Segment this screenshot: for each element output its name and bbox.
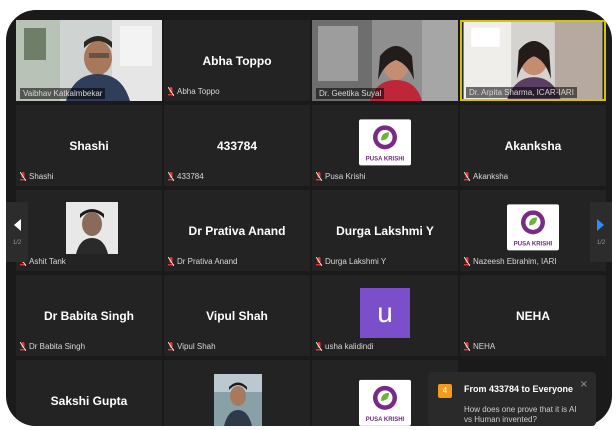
participant-center-name: NEHA xyxy=(515,308,550,323)
previous-page-button[interactable]: 1/2 xyxy=(6,202,28,262)
participant-name-label: Akanksha xyxy=(464,171,508,182)
meeting-gallery: Vaibhav Katkalmbekar Abha Toppo Abha Top… xyxy=(6,10,612,426)
participant-name-label: Abha Toppo xyxy=(168,86,220,97)
participant-name: Akanksha xyxy=(473,172,509,181)
participant-photo xyxy=(66,202,118,254)
participant-name-label: Dr Babita Singh xyxy=(20,341,85,352)
participant-name: Dr Babita Singh xyxy=(29,342,86,351)
participant-name-label: Nazeesh Ebrahim, IARI xyxy=(464,256,557,267)
mic-muted-icon xyxy=(316,257,322,266)
participant-name: Ashit Tank xyxy=(29,257,66,266)
pusa-krishi-logo: PUSA KRISHI xyxy=(359,379,411,426)
participant-center-name: Shashi xyxy=(69,138,109,153)
participant-name: Dr. Arpita Sharma, ICAR-IARI xyxy=(469,88,574,97)
participant-center-name: Durga Lakshmi Y xyxy=(336,223,434,238)
logo-text: PUSA KRISHI xyxy=(365,416,405,423)
participant-tile-dl[interactable]: Durga Lakshmi Y Durga Lakshmi Y xyxy=(312,190,458,271)
participant-name-label: Vipul Shah xyxy=(168,341,216,352)
chat-sender: From 433784 to Everyone xyxy=(464,384,574,394)
participant-center-name: Dr Prativa Anand xyxy=(188,223,286,238)
mic-muted-icon xyxy=(168,87,174,96)
participant-name-label: Dr. Arpita Sharma, ICAR-IARI xyxy=(466,87,577,98)
mic-muted-icon xyxy=(316,172,322,181)
participant-center-name: 433784 xyxy=(216,138,258,153)
participant-tile-gs[interactable]: Dr. Geetika Suyal xyxy=(312,20,458,101)
participant-center-name: Akanksha xyxy=(504,138,562,153)
participant-center-name: Abha Toppo xyxy=(202,53,272,68)
participant-center-name: Vipul Shah xyxy=(206,308,268,323)
participant-tile-vp[interactable]: Vipul Shah Vipul Shah xyxy=(164,275,310,356)
participant-name-label: usha kalidindi xyxy=(316,341,373,352)
participant-center-name: Dr Babita Singh xyxy=(43,308,134,323)
mic-muted-icon xyxy=(168,257,174,266)
mic-muted-icon xyxy=(464,257,470,266)
participant-tile-bs[interactable]: Dr Babita Singh Dr Babita Singh xyxy=(16,275,162,356)
participant-name-label: Dr. Geetika Suyal xyxy=(316,88,385,99)
participant-name: Pusa Krishi xyxy=(325,172,366,181)
participant-name-label: Shashi xyxy=(20,171,53,182)
participant-name: 433784 xyxy=(177,172,204,181)
chat-count-badge: 4 xyxy=(438,384,452,398)
chat-notification[interactable]: 4 From 433784 to Everyone How does one p… xyxy=(428,372,596,426)
close-icon[interactable]: × xyxy=(580,380,588,390)
participant-name-label: Dr Prativa Anand xyxy=(168,256,237,267)
mic-muted-icon xyxy=(464,172,470,181)
participant-tile-nh[interactable]: NEHA NEHA xyxy=(460,275,606,356)
participant-name-label: 433784 xyxy=(168,171,204,182)
mic-muted-icon xyxy=(168,342,174,351)
participant-name-label: Pusa Krishi xyxy=(316,171,365,182)
participant-name: Dr. Geetika Suyal xyxy=(319,89,382,98)
participant-name: Vaibhav Katkalmbekar xyxy=(23,89,103,98)
avatar: u xyxy=(360,287,410,338)
participant-name: Shashi xyxy=(29,172,54,181)
chevron-right-icon xyxy=(597,219,604,231)
participant-tile-pk[interactable]: PUSA KRISHI Pusa Krishi xyxy=(312,105,458,186)
logo-text: PUSA KRISHI xyxy=(365,155,405,162)
participant-tile-vs[interactable]: Vaibhav Katkalmbekar xyxy=(16,20,162,101)
participant-name: Dr Prativa Anand xyxy=(177,257,238,266)
mic-muted-icon xyxy=(168,172,174,181)
participant-name: Vipul Shah xyxy=(177,342,216,351)
participant-name: Nazeesh Ebrahim, IARI xyxy=(473,257,557,266)
participant-tile-ak[interactable]: Akanksha Akanksha xyxy=(460,105,606,186)
participant-tile-sg[interactable]: Sakshi Gupta xyxy=(16,360,162,426)
participant-center-name: Sakshi Gupta xyxy=(50,393,128,408)
participant-name-label: NEHA xyxy=(464,341,495,352)
chat-message: How does one prove that it is AI vs Huma… xyxy=(464,405,577,424)
next-page-button[interactable]: 1/2 xyxy=(590,202,612,262)
pusa-krishi-logo: PUSA KRISHI xyxy=(359,118,411,165)
participant-name-label: Vaibhav Katkalmbekar xyxy=(20,88,106,99)
participant-tile-photo[interactable] xyxy=(164,360,310,426)
mic-muted-icon xyxy=(316,342,322,351)
mic-muted-icon xyxy=(20,342,26,351)
participant-name: NEHA xyxy=(473,342,496,351)
participant-tile-ne[interactable]: PUSA KRISHI Nazeesh Ebrahim, IARI xyxy=(460,190,606,271)
participant-tile-n4[interactable]: 433784 433784 xyxy=(164,105,310,186)
chevron-left-icon xyxy=(14,219,21,231)
participant-name-label: Durga Lakshmi Y xyxy=(316,256,386,267)
participant-tile-sh[interactable]: Shashi Shashi xyxy=(16,105,162,186)
participant-name: usha kalidindi xyxy=(325,342,374,351)
participant-name: Durga Lakshmi Y xyxy=(325,257,387,266)
participant-photo xyxy=(214,374,262,426)
pusa-krishi-logo: PUSA KRISHI xyxy=(507,203,559,250)
mic-muted-icon xyxy=(464,342,470,351)
mic-muted-icon xyxy=(20,172,26,181)
participant-tile-pa[interactable]: Dr Prativa Anand Dr Prativa Anand xyxy=(164,190,310,271)
participant-tile-at[interactable]: Abha Toppo Abha Toppo xyxy=(164,20,310,101)
logo-text: PUSA KRISHI xyxy=(513,240,553,247)
participant-tile-as-active-speaker[interactable]: Dr. Arpita Sharma, ICAR-IARI xyxy=(460,20,606,101)
page-indicator: 1/2 xyxy=(596,240,606,246)
page-indicator: 1/2 xyxy=(12,240,22,246)
participant-tile-ash[interactable]: Ashit Tank xyxy=(16,190,162,271)
participant-tile-uk[interactable]: u usha kalidindi xyxy=(312,275,458,356)
participant-name: Abha Toppo xyxy=(177,87,220,96)
